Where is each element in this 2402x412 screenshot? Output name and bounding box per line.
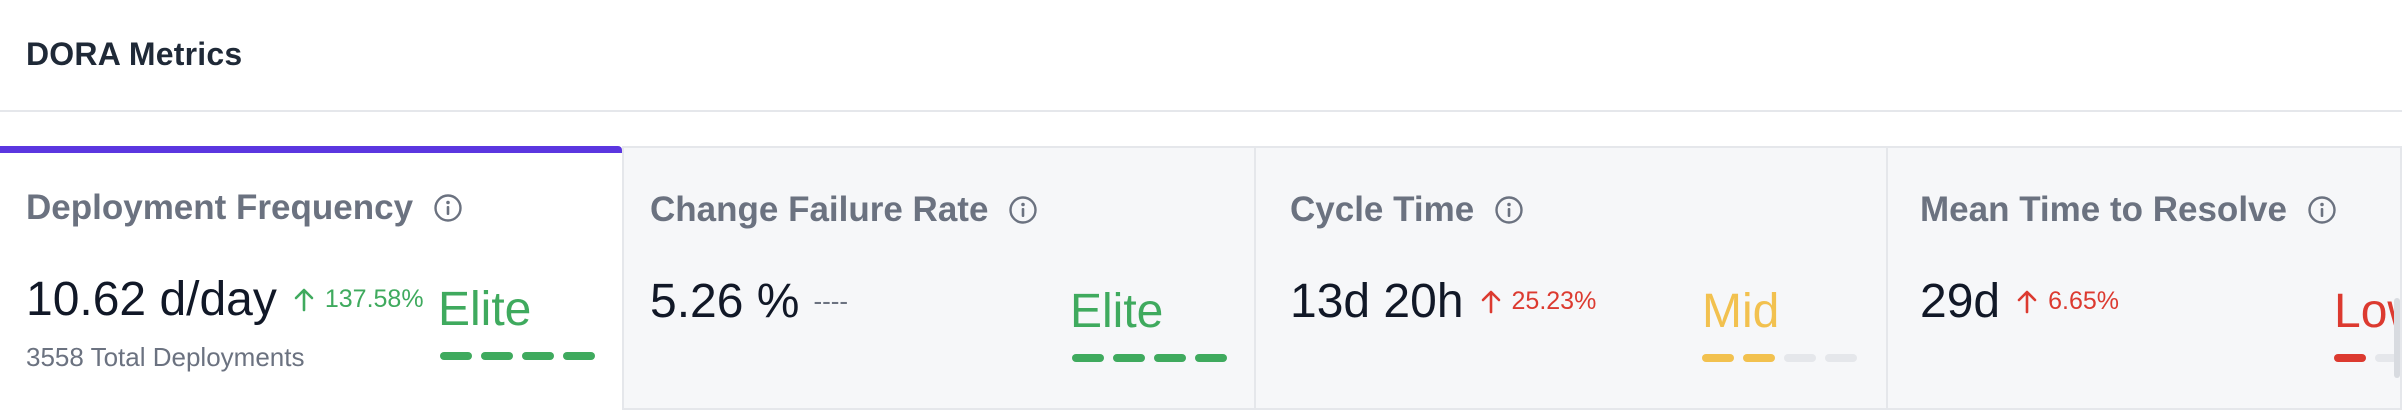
level-bar: [481, 352, 513, 360]
metric-title-label: Change Failure Rate: [650, 190, 989, 229]
metric-change-value: 6.65%: [2048, 287, 2119, 315]
metric-change-value: 25.23%: [1511, 287, 1597, 315]
level-bars: [1702, 354, 1857, 362]
level-bars: [2334, 354, 2400, 362]
level-bar: [440, 352, 472, 360]
info-icon[interactable]: [1008, 195, 1038, 225]
total-deployments: 3558 Total Deployments: [26, 342, 305, 372]
performance-level: Elite: [438, 283, 532, 336]
arrow-up-icon: [294, 288, 314, 311]
level-bar: [1195, 354, 1227, 362]
metric-title-label: Mean Time to Resolve: [1920, 190, 2287, 229]
level-bar: [1702, 354, 1734, 362]
level-bar: [1072, 354, 1104, 362]
level-bars: [440, 352, 595, 360]
metric-change: 137.58%: [293, 285, 424, 314]
metric-change: 6.65%: [2016, 287, 2119, 316]
metric-value: 13d 20h: [1290, 275, 1464, 328]
metric-title: Change Failure Rate: [650, 190, 1038, 230]
performance-level: Low: [2334, 285, 2400, 338]
metric-title: Mean Time to Resolve: [1920, 190, 2337, 230]
panel-header: DORA Metrics: [0, 0, 2402, 112]
level-bar: [1825, 354, 1857, 362]
metric-value-row: 13d 20h 25.23%: [1290, 274, 1596, 329]
performance-level: Elite: [1070, 285, 1164, 338]
arrow-up-icon: [2017, 290, 2037, 313]
level-bar: [563, 352, 595, 360]
metric-title-label: Cycle Time: [1290, 190, 1475, 229]
scroll-indicator[interactable]: [2394, 298, 2400, 378]
arrow-up-icon: [1481, 290, 1500, 313]
level-bar: [1784, 354, 1816, 362]
level-bars: [1072, 354, 1227, 362]
level-bar: [522, 352, 554, 360]
panel-title: DORA Metrics: [26, 36, 243, 72]
metric-card-deployment-frequency[interactable]: Deployment Frequency 10.62 d/day 137.58%…: [0, 146, 622, 410]
metric-title: Cycle Time: [1290, 190, 1524, 230]
metric-card-change-failure-rate[interactable]: Change Failure Rate 5.26 % ---- Elite: [622, 146, 1256, 410]
metric-value: 29d: [1920, 275, 2001, 328]
metric-value: 5.26 %: [650, 275, 800, 328]
metric-change-value: ----: [813, 286, 849, 316]
metric-change-value: 137.58%: [324, 285, 424, 313]
level-bar: [2334, 354, 2366, 362]
metric-card-cycle-time[interactable]: Cycle Time 13d 20h 25.23% Mid: [1256, 146, 1888, 410]
level-bar: [1154, 354, 1186, 362]
metric-card-mean-time-to-resolve[interactable]: Mean Time to Resolve 29d 6.65% Low: [1888, 146, 2402, 410]
metric-value-row: 5.26 % ----: [650, 274, 848, 329]
metric-value-row: 10.62 d/day 137.58%: [26, 272, 424, 327]
metric-value-row: 29d 6.65%: [1920, 274, 2119, 329]
metric-title-label: Deployment Frequency: [26, 188, 414, 227]
info-icon[interactable]: [2307, 195, 2337, 225]
info-icon[interactable]: [1494, 195, 1524, 225]
metric-change: 25.23%: [1480, 287, 1597, 316]
dora-metrics-panel: DORA Metrics Deployment Frequency 10.62 …: [0, 0, 2402, 412]
performance-level: Mid: [1702, 285, 1780, 338]
active-card-indicator: [0, 146, 622, 153]
metric-cards: Deployment Frequency 10.62 d/day 137.58%…: [0, 146, 2402, 412]
level-bar: [1743, 354, 1775, 362]
info-icon[interactable]: [433, 193, 463, 223]
metric-title: Deployment Frequency: [26, 188, 463, 228]
level-bar: [1113, 354, 1145, 362]
metric-value: 10.62 d/day: [26, 273, 277, 326]
